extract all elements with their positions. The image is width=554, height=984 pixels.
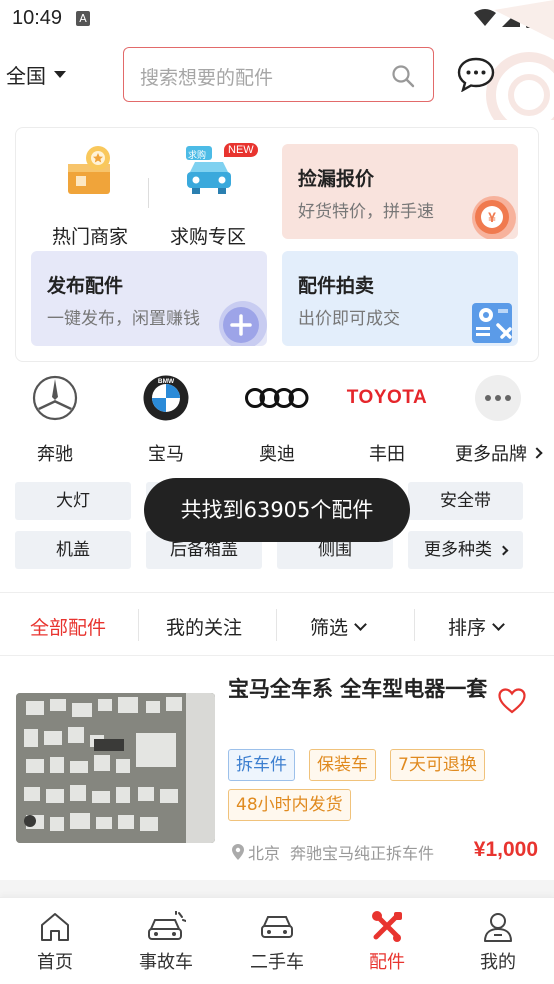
svg-text:¥: ¥ [488,209,496,225]
location-pin-icon [232,844,244,860]
category-chip[interactable]: 大灯 [15,482,131,520]
category-chip[interactable]: 机盖 [15,531,131,569]
tab-my-follows[interactable]: 我的关注 [166,613,242,640]
plus-circle-icon [219,301,267,346]
brand-name: 丰田 [369,444,405,465]
notification-icon: A [76,10,91,26]
bmw-logo: BMW [143,375,189,421]
location-city: 北京 [248,844,281,863]
nav-label: 我的 [480,952,516,973]
caret-down-icon [54,71,66,78]
nav-accident-car[interactable]: 事故车 [111,910,221,974]
quick-entry-label: 热门商家 [51,226,128,248]
profile-icon [484,913,512,942]
more-dots-icon [475,375,521,421]
tile-subtitle: 好货特价，拼手速 [298,202,434,222]
quick-entry-hot-merchants[interactable]: 热门商家 [30,140,150,250]
nav-home[interactable]: 首页 [0,910,110,974]
mercedes-logo [32,375,78,421]
chevron-down-icon [354,618,367,631]
auction-icon [472,303,512,343]
accident-car-icon [148,911,186,940]
tag-installation-guarantee: 保装车 [309,749,376,781]
brand-more-label: 更多品牌 [455,444,527,465]
tile-publish-parts[interactable]: 发布配件 一键发布，闲置赚钱 [31,251,267,346]
message-icon[interactable] [457,56,495,92]
toast-message: 共找到63905个配件 [144,478,410,542]
tab-label: 排序 [448,617,487,639]
tile-bargain-quote[interactable]: 捡漏报价 好货特价，拼手速 ¥ [282,144,518,239]
nav-parts[interactable]: 配件 [332,910,442,974]
tab-divider [414,609,415,641]
heart-icon[interactable] [498,688,526,714]
seller-name: 奔驰宝马纯正拆车件 [290,844,435,863]
chevron-right-icon [531,447,543,459]
tile-parts-auction[interactable]: 配件拍卖 出价即可成交 [282,251,518,346]
tile-title: 配件拍卖 [298,275,375,297]
brand-name: 奥迪 [259,444,295,465]
nav-profile[interactable]: 我的 [443,910,553,974]
list-separator [0,880,554,897]
bottom-nav: 首页 事故车 二手车 配件 我的 [0,897,554,984]
nav-label: 配件 [369,952,405,973]
chevron-right-icon [498,545,509,555]
tile-title: 捡漏报价 [298,168,375,190]
nav-label: 事故车 [139,952,193,973]
tile-subtitle: 一键发布，闲置赚钱 [47,309,200,329]
tab-divider [138,609,139,641]
nav-used-car[interactable]: 二手车 [222,910,332,974]
nav-label: 首页 [37,952,73,973]
audi-logo [245,388,309,408]
category-chip-more[interactable]: 更多种类 [408,531,523,569]
tag-dismantled-part: 拆车件 [228,749,295,781]
region-label: 全国 [6,64,46,88]
parts-tools-icon [372,911,402,942]
tab-sort[interactable]: 排序 [448,613,505,640]
tab-divider [276,609,277,641]
product-photo [16,693,215,843]
tab-all-parts[interactable]: 全部配件 [30,613,106,640]
brand-name: 宝马 [148,444,184,465]
product-image [16,693,215,843]
tab-label: 我的关注 [166,617,243,639]
product-price: ¥1,000 [473,838,538,861]
tag-7-day-return: 7天可退换 [390,749,485,781]
tab-label: 全部配件 [30,617,107,639]
wanted-sticker-text: 求购 [188,151,207,161]
product-card[interactable]: 宝马全车系 全车型电器一套 拆车件 保装车 7天可退换 48小时内发货 北京 奔… [0,660,554,880]
used-car-icon [261,916,293,938]
tile-subtitle: 出价即可成交 [298,309,400,329]
tab-filter[interactable]: 筛选 [310,613,367,640]
quick-entry-label: 求购专区 [169,226,246,248]
search-placeholder: 搜索想要的配件 [140,67,274,89]
product-title: 宝马全车系 全车型电器一套 [228,677,488,701]
product-location: 北京 奔驰宝马纯正拆车件 [232,840,434,864]
bmw-logo-text: BMW [158,378,175,385]
search-header: 全国 搜索想要的配件 [0,46,554,102]
brand-name: 奔驰 [37,444,73,465]
tab-label: 筛选 [310,617,349,639]
chevron-down-icon [492,618,505,631]
tag-48h-shipping: 48小时内发货 [228,789,351,821]
new-badge: NEW [224,143,258,157]
toyota-logo: TOYOTA [346,387,428,408]
nav-label: 二手车 [250,952,304,973]
status-time: 10:49 [12,6,63,29]
yen-coin-icon: ¥ [472,196,516,239]
search-icon[interactable] [391,64,415,88]
category-more-label: 更多种类 [424,540,492,560]
shop-medal-icon [68,146,110,194]
brand-name: 更多品牌 [443,440,553,466]
filter-tabs: 全部配件 我的关注 筛选 排序 [0,592,554,656]
brand-row: 奔驰 BMW 宝马 奥迪 TOYOTA 丰田 更多品牌 [0,370,554,470]
home-icon [41,913,69,941]
category-chip[interactable]: 安全带 [408,482,523,520]
tile-title: 发布配件 [47,275,124,297]
search-input[interactable]: 搜索想要的配件 [123,47,434,102]
region-selector[interactable]: 全国 [6,60,66,89]
